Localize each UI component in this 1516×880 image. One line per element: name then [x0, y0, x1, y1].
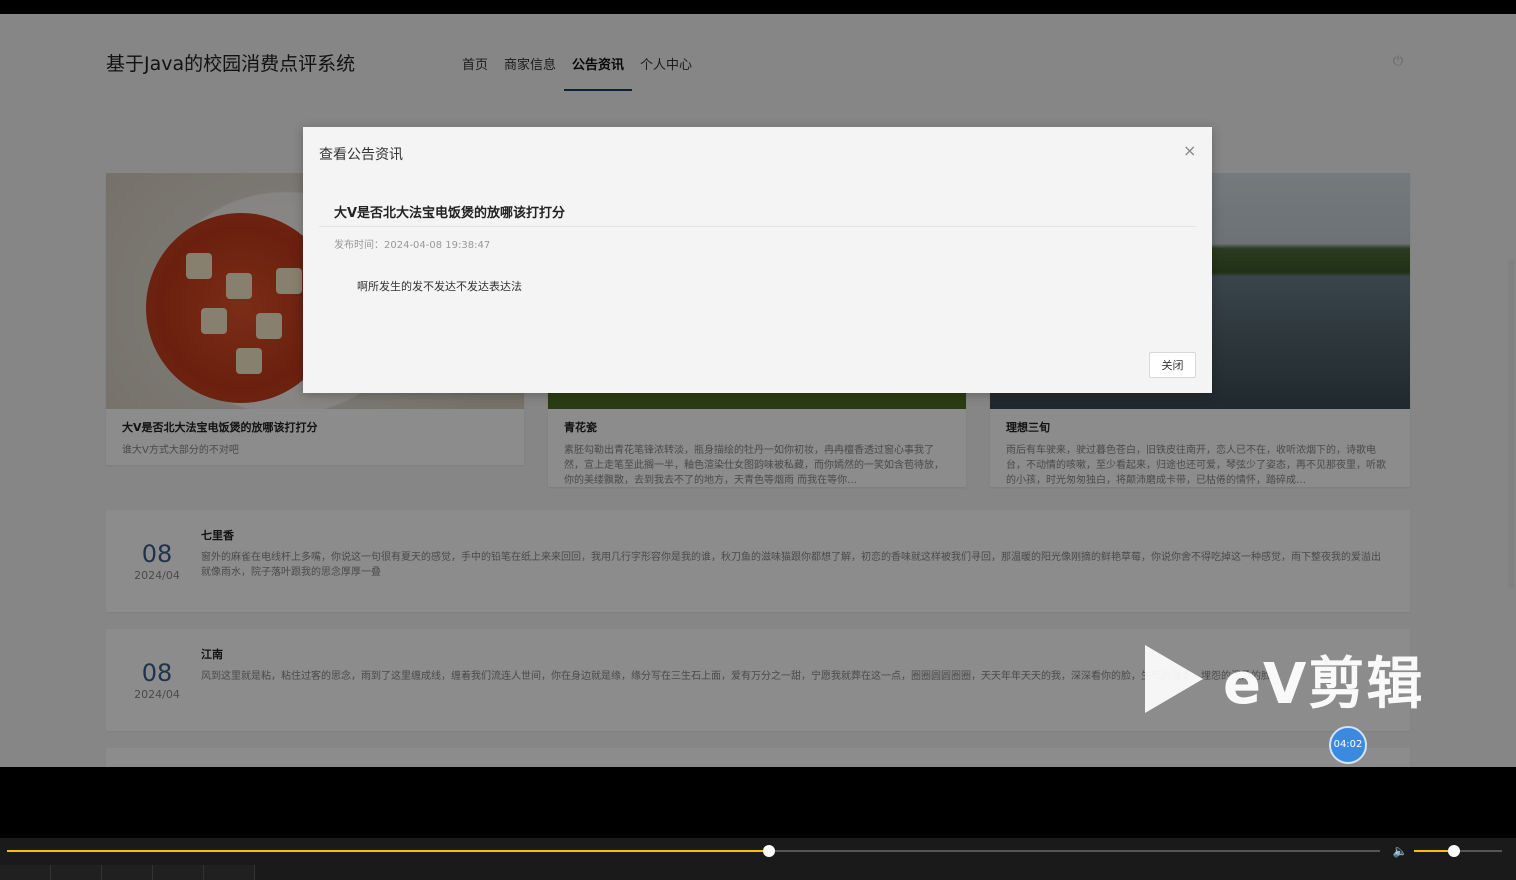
ev-watermark: eV剪辑 — [1145, 639, 1424, 719]
player-footer-tab — [51, 865, 102, 880]
browser-viewport: 基于Java的校园消费点评系统 首页 商家信息 公告资讯 个人中心 ⏻ 大V是否… — [0, 14, 1516, 767]
progress-track[interactable] — [7, 845, 1380, 857]
player-footer-tab — [153, 865, 204, 880]
player-footer-tab — [102, 865, 153, 880]
announcement-body: 啊所发生的发不发达不发达表达法 — [357, 280, 522, 293]
progress-handle[interactable] — [763, 845, 776, 857]
progress-fill — [7, 850, 770, 852]
play-logo-icon — [1145, 645, 1203, 713]
player-footer-tab — [0, 865, 51, 880]
volume-track[interactable] — [1414, 845, 1502, 857]
watermark-text: eV剪辑 — [1223, 651, 1425, 717]
announcement-dialog: 查看公告资讯 × 大V是否北大法宝电饭煲的放哪该打打分 发布时间：2024-04… — [303, 127, 1212, 393]
recording-timer: 04:02 — [1329, 726, 1367, 764]
screen: 基于Java的校园消费点评系统 首页 商家信息 公告资讯 个人中心 ⏻ 大V是否… — [0, 0, 1516, 880]
close-button[interactable]: 关闭 — [1149, 352, 1196, 378]
divider — [319, 226, 1196, 227]
volume-icon[interactable]: 🔈 — [1392, 843, 1408, 859]
scrollbar[interactable] — [1506, 14, 1516, 767]
dialog-title: 查看公告资讯 — [319, 147, 403, 163]
player-footer-tab — [204, 865, 255, 880]
close-icon[interactable]: × — [1183, 143, 1196, 159]
publish-time: 发布时间：2024-04-08 19:38:47 — [334, 240, 491, 251]
volume-handle[interactable] — [1447, 845, 1460, 857]
player-footer — [0, 865, 1516, 880]
announcement-heading: 大V是否北大法宝电饭煲的放哪该打打分 — [334, 206, 566, 221]
video-player-bar: 🔈 — [0, 838, 1516, 880]
scrollbar-thumb[interactable] — [1508, 259, 1514, 589]
